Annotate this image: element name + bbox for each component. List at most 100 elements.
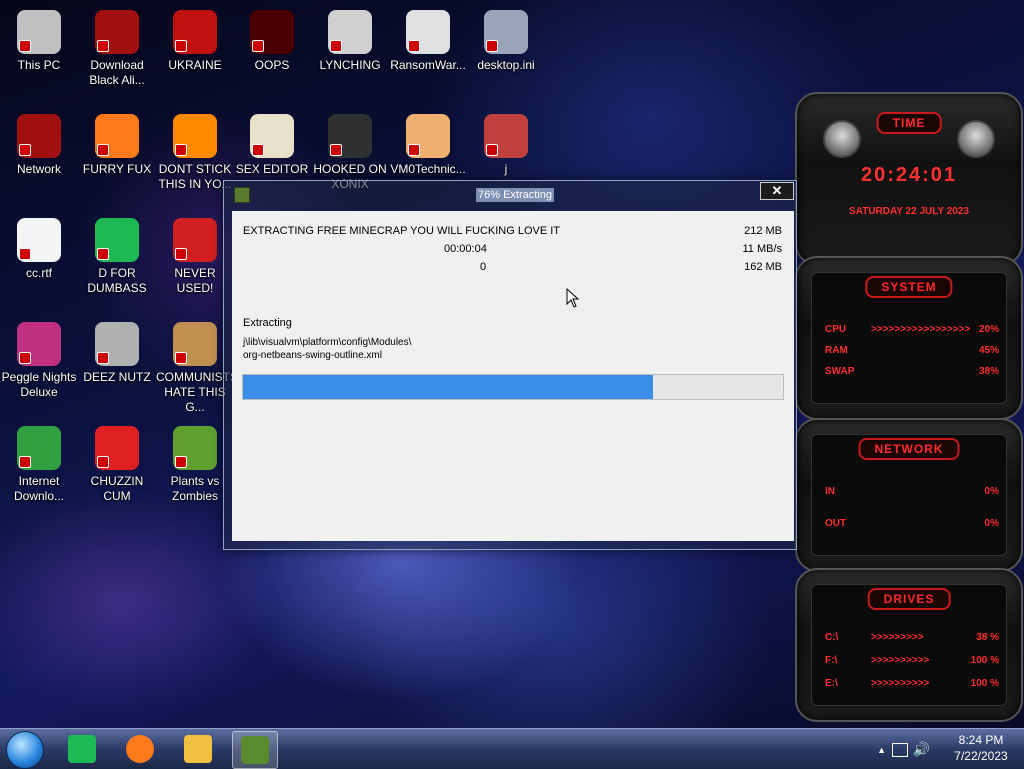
folder-icon <box>184 735 212 763</box>
chat-bubble-icon <box>95 218 139 262</box>
drives-gadget-header: DRIVES <box>867 588 951 610</box>
time-gadget-header: TIME <box>876 112 942 134</box>
desktop-icon-label: Network <box>16 162 61 176</box>
gadget-row-label: RAM <box>825 345 848 356</box>
desktop-icon-label: CHUZZIN CUM <box>90 474 144 503</box>
time-gadget[interactable]: TIME 20:24:01 SATURDAY 22 JULY 2023 <box>795 92 1023 266</box>
dialog-title: 76% Extracting <box>476 188 554 202</box>
desktop-icon[interactable]: j <box>467 114 545 177</box>
shortcut-arrow-icon <box>486 40 498 52</box>
desktop-icon[interactable]: D FOR DUMBASS <box>78 218 156 296</box>
desktop-icon[interactable]: This PC <box>0 10 78 73</box>
desktop-icon[interactable]: UKRAINE <box>156 10 234 73</box>
alien-head-icon <box>957 120 995 158</box>
archive-app-icon <box>234 187 250 203</box>
shortcut-arrow-icon <box>19 40 31 52</box>
extract-heading: EXTRACTING FREE MINECRAP YOU WILL FUCKIN… <box>243 225 561 237</box>
document-icon <box>17 218 61 262</box>
desktop-icon-label: UKRAINE <box>168 58 222 72</box>
dialog-content: EXTRACTING FREE MINECRAP YOU WILL FUCKIN… <box>232 211 794 541</box>
desktop-icon-label: This PC <box>17 58 61 72</box>
settings-file-icon <box>484 10 528 54</box>
current-file-path: j\lib\visualvm\platform\config\Modules\ <box>243 337 412 348</box>
shortcut-arrow-icon <box>408 40 420 52</box>
current-file-name: org-netbeans-swing-outline.xml <box>243 350 382 361</box>
desktop-icon[interactable]: FURRY FUX <box>78 114 156 177</box>
extraction-dialog[interactable]: 76% Extracting ✕ EXTRACTING FREE MINECRA… <box>223 180 797 550</box>
desktop-icon[interactable]: OOPS <box>233 10 311 73</box>
alien-head-icon <box>823 120 861 158</box>
desktop-icon-label: VM0Technic... <box>390 162 466 176</box>
desktop-icon-label: LYNCHING <box>319 58 381 72</box>
desktop-icon[interactable]: cc.rtf <box>0 218 78 281</box>
desktop-icon[interactable]: Internet Downlo... <box>0 426 78 504</box>
desktop-icon-label: OOPS <box>254 58 290 72</box>
gadget-row-label: C:\ <box>825 632 839 643</box>
clock-readout: 20:24:01 <box>860 164 958 186</box>
gadget-row-value: 20% <box>978 324 999 335</box>
hxd-icon <box>250 114 294 158</box>
alien-orb-icon <box>17 114 61 158</box>
desktop-icon[interactable]: CHUZZIN CUM <box>78 426 156 504</box>
shortcut-arrow-icon <box>97 144 109 156</box>
system-tray: ▲ 🔊 8:24 PM 7/22/2023 <box>877 733 1016 763</box>
desktop-icon[interactable]: VM0Technic... <box>389 114 467 177</box>
desktop-icon[interactable]: LYNCHING <box>311 10 389 73</box>
shortcut-arrow-icon <box>252 144 264 156</box>
shortcut-arrow-icon <box>175 144 187 156</box>
shortcut-arrow-icon <box>97 40 109 52</box>
desktop-icon-label: FURRY FUX <box>82 162 152 176</box>
desktop-icon[interactable]: RansomWar... <box>389 10 467 73</box>
tray-expand-arrow[interactable]: ▲ <box>877 745 886 755</box>
start-button[interactable] <box>6 731 44 769</box>
taskbar-app-button[interactable] <box>176 731 220 767</box>
gadget-row-bar: >>>>>>>>>> <box>871 655 930 666</box>
shortcut-arrow-icon <box>19 352 31 364</box>
desktop-icon[interactable]: Download Black Ali... <box>78 10 156 88</box>
processed-size: 162 MB <box>744 261 782 273</box>
network-tray-icon[interactable] <box>892 743 908 757</box>
volume-tray-icon[interactable]: 🔊 <box>913 741 930 758</box>
extract-progress-bar <box>242 374 784 400</box>
desktop-icon[interactable]: Network <box>0 114 78 177</box>
shortcut-arrow-icon <box>330 40 342 52</box>
taskbar-app-button[interactable] <box>232 731 278 769</box>
money-bag-icon <box>173 322 217 366</box>
gadget-row-value: 38 % <box>976 632 999 643</box>
devcpp-icon <box>173 218 217 262</box>
drives-gadget[interactable]: DRIVES C:\ >>>>>>>>> 38 % F:\ >>>>>>>>>> 100 … <box>795 568 1023 722</box>
system-gadget-header: SYSTEM <box>865 276 953 298</box>
taskbar: ▲ 🔊 8:24 PM 7/22/2023 <box>0 728 1024 769</box>
shortcut-arrow-icon <box>175 248 187 260</box>
gadget-row-bar: >>>>>>>>> <box>871 632 924 643</box>
desktop-icon[interactable]: Peggle Nights Deluxe <box>0 322 78 400</box>
vlc-cone-icon <box>173 114 217 158</box>
tray-clock[interactable]: 8:24 PM 7/22/2023 <box>946 733 1016 763</box>
desktop-icon[interactable]: SEX EDITOR <box>233 114 311 177</box>
taskbar-app-button[interactable] <box>60 731 104 767</box>
gadget-row-value: 45% <box>978 345 999 356</box>
gadget-row-label: E:\ <box>825 678 838 689</box>
taskbar-app-button[interactable] <box>118 731 162 767</box>
desktop-icon-label: RansomWar... <box>390 58 466 72</box>
close-button[interactable]: ✕ <box>760 182 794 200</box>
progress-fill <box>243 375 654 399</box>
dialog-titlebar[interactable]: 76% Extracting ✕ <box>224 181 796 209</box>
desktop-icon-label: Internet Downlo... <box>13 474 65 503</box>
network-gadget[interactable]: NETWORK IN 0% OUT 0% <box>795 418 1023 572</box>
desktop-icon[interactable]: desktop.ini <box>467 10 545 73</box>
speed: 11 MB/s <box>742 243 782 255</box>
desktop-icon-label: j <box>504 162 508 176</box>
gadget-row-value: 0% <box>984 486 999 497</box>
shortcut-arrow-icon <box>97 248 109 260</box>
shortcut-arrow-icon <box>408 144 420 156</box>
shortcut-arrow-icon <box>97 352 109 364</box>
computer-icon <box>17 10 61 54</box>
desktop-icon[interactable]: DEEZ NUTZ <box>78 322 156 385</box>
desktop-icon-label: D FOR DUMBASS <box>87 266 147 295</box>
shortcut-arrow-icon <box>330 144 342 156</box>
gadget-row-value: 100 % <box>970 678 999 689</box>
date-readout: SATURDAY 22 JULY 2023 <box>849 206 969 217</box>
desktop-icon-label: Peggle Nights Deluxe <box>1 370 77 399</box>
system-gadget[interactable]: SYSTEM CPU >>>>>>>>>>>>>>>>> 20% RAM 45% SWAP… <box>795 256 1023 420</box>
